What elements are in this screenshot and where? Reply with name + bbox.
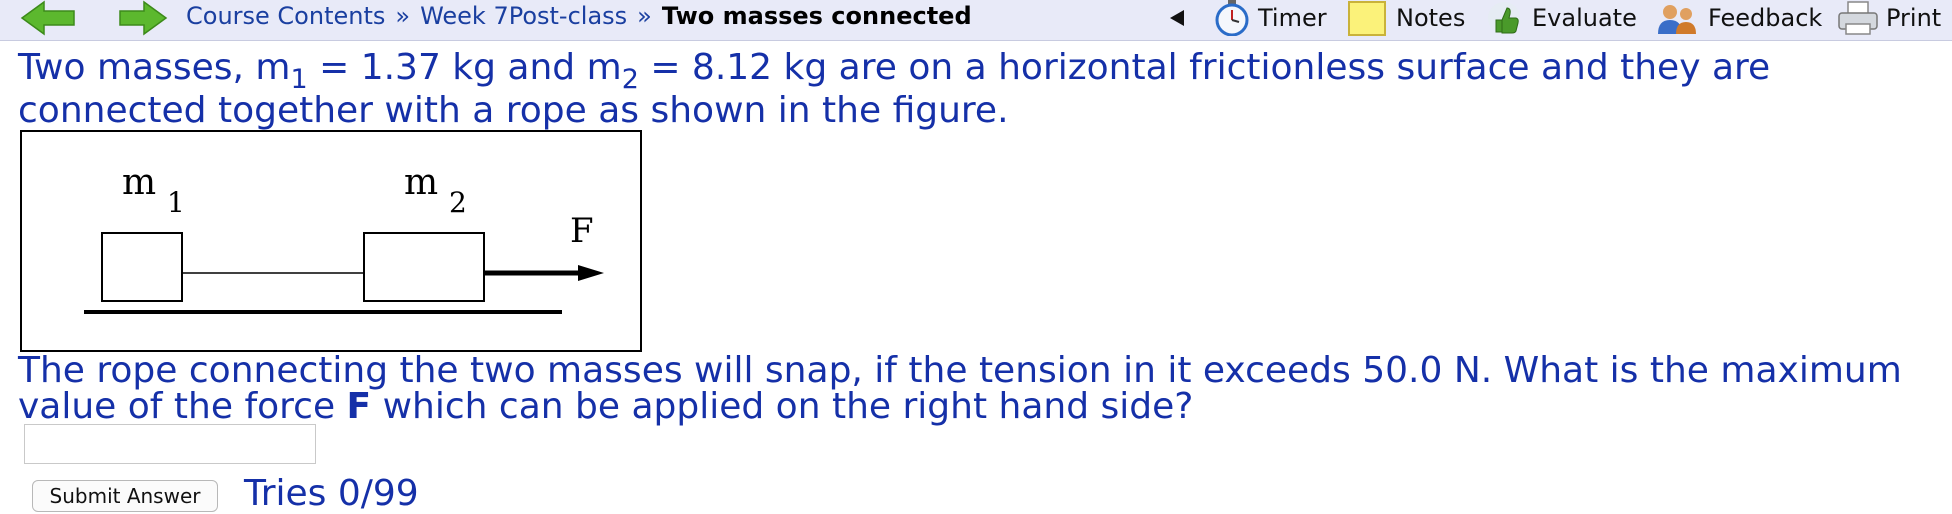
back-arrow-icon[interactable] — [18, 0, 78, 36]
question-text-2: which can be applied on the right hand s… — [371, 386, 1194, 427]
evaluate-label: Evaluate — [1532, 4, 1637, 32]
force-arrow-head — [578, 265, 604, 281]
masses-diagram: m 1 m 2 F — [84, 162, 604, 314]
breadcrumb: Course Contents » Week 7Post-class » Two mas… — [186, 2, 972, 30]
problem-question: The rope connecting the two masses will … — [18, 353, 1938, 425]
mass1-label-subscript: 1 — [167, 186, 185, 219]
intro-text-2: = 1.37 kg and m — [307, 47, 622, 88]
stopwatch-icon — [1215, 0, 1249, 36]
breadcrumb-course-contents[interactable]: Course Contents — [186, 2, 385, 30]
notes-icon — [1348, 1, 1386, 36]
mass1-block — [101, 232, 183, 302]
mass2-label-subscript: 2 — [449, 186, 467, 219]
evaluate-button[interactable]: Evaluate — [1484, 0, 1637, 36]
problem-figure: m 1 m 2 F — [20, 130, 642, 352]
notes-label: Notes — [1396, 4, 1466, 32]
print-label: Print — [1886, 4, 1942, 32]
breadcrumb-separator: » — [395, 2, 411, 30]
print-button[interactable]: Print — [1836, 0, 1941, 36]
collapse-triangle-icon[interactable] — [1168, 8, 1186, 28]
printer-icon — [1838, 1, 1878, 35]
mass1-label: m — [122, 162, 156, 203]
breadcrumb-week[interactable]: Week 7Post-class — [420, 2, 627, 30]
intro-text-1: Two masses, m — [18, 47, 291, 88]
timer-label: Timer — [1258, 4, 1327, 32]
mass2-subscript: 2 — [621, 64, 639, 95]
feedback-button[interactable]: Feedback — [1656, 0, 1822, 36]
navigation-bar: Course Contents » Week 7Post-class » Two mas… — [0, 0, 1952, 41]
breadcrumb-current-page: Two masses connected — [661, 2, 972, 30]
answer-input[interactable] — [24, 424, 316, 464]
forward-arrow-icon[interactable] — [116, 0, 170, 36]
force-symbol: F — [346, 386, 372, 427]
force-label: F — [570, 211, 594, 251]
feedback-label: Feedback — [1708, 4, 1823, 32]
timer-button[interactable]: Timer — [1212, 0, 1327, 36]
breadcrumb-separator: » — [637, 2, 652, 30]
submit-answer-button[interactable]: Submit Answer — [32, 480, 218, 512]
problem-intro: Two masses, m1 = 1.37 kg and m2 = 8.12 k… — [18, 48, 1938, 131]
mass2-block — [363, 232, 485, 302]
mass1-subscript: 1 — [290, 64, 308, 95]
mass2-label: m — [404, 162, 438, 203]
feedback-people-icon — [1658, 5, 1696, 34]
thumbs-up-icon — [1488, 2, 1520, 34]
tries-counter: Tries 0/99 — [244, 473, 419, 514]
notes-button[interactable]: Notes — [1346, 0, 1465, 36]
